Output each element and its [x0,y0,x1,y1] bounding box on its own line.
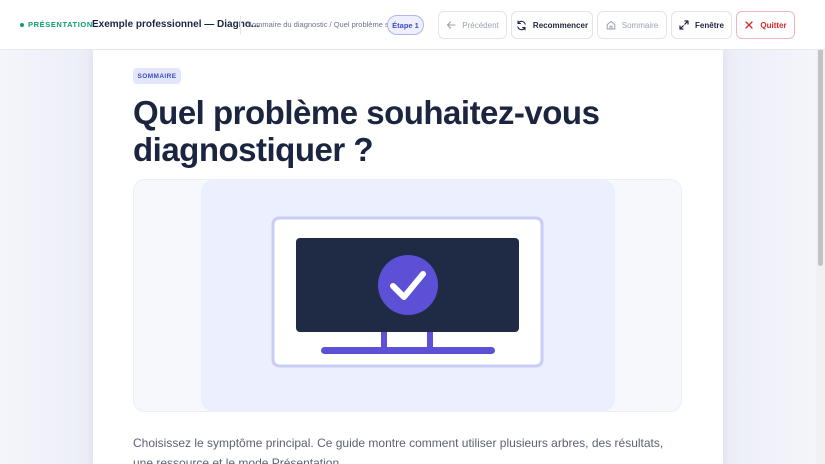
window-label: Fenêtre [695,20,724,30]
breadcrumb[interactable]: Sommaire du diagnostic / Quel problème s… [247,20,395,29]
summary-label: Sommaire [621,20,659,30]
document-title: Exemple professionnel — Diagno... [92,19,260,30]
expand-icon [679,20,689,30]
step-badge: Étape 1 [387,15,424,35]
top-bar: PRÉSENTATION Exemple professionnel — Dia… [0,0,825,50]
previous-button[interactable]: Précédent [438,11,507,39]
restart-label: Recommencer [532,20,589,30]
scrollbar-thumb[interactable] [818,40,823,266]
check-icon [378,255,438,315]
previous-label: Précédent [462,20,499,30]
status-dot-icon [20,22,24,27]
mode-label: PRÉSENTATION [28,20,93,29]
section-badge: SOMMAIRE [133,68,181,84]
summary-button[interactable]: Sommaire [597,11,667,39]
description: Choisissez le symptôme principal. Ce gui… [133,436,664,464]
arrow-left-icon [447,21,456,29]
illustration-panel [201,180,615,411]
home-icon [606,20,616,30]
left-backdrop [0,50,93,464]
close-icon [745,21,754,29]
page-title: Quel problème souhaitez-vous diagnostiqu… [133,94,600,168]
mode-indicator: PRÉSENTATION [20,20,93,29]
quit-button[interactable]: Quitter [736,11,795,39]
right-backdrop [723,50,816,464]
content-card: SOMMAIRE Quel problème souhaitez-vous di… [93,44,723,464]
window-button[interactable]: Fenêtre [671,11,732,39]
divider [240,16,241,34]
quit-label: Quitter [760,20,787,30]
refresh-icon [517,20,526,30]
monitor-icon [271,216,544,368]
restart-button[interactable]: Recommencer [511,11,593,39]
illustration-frame [133,179,682,412]
